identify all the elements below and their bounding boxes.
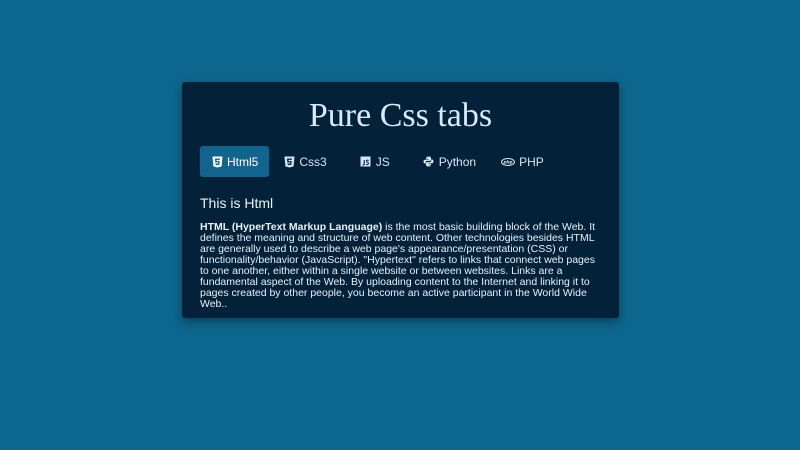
tab-css3[interactable]: Css3 (272, 146, 337, 177)
php-icon: php (501, 156, 516, 168)
html5-icon (211, 156, 223, 168)
tab-js-label: JS (375, 154, 390, 169)
panel-heading: This is Html (200, 195, 274, 211)
tabs-card: Pure Css tabs Html5 Css3 JS Python php P… (182, 82, 619, 318)
tab-bar: Html5 Css3 JS Python php PHP (200, 146, 558, 177)
svg-text:php: php (503, 159, 513, 164)
tab-python[interactable]: Python (412, 146, 487, 177)
tab-html5-label: Html5 (227, 154, 259, 169)
panel-body: is the most basic building block of the … (200, 221, 596, 310)
tab-php-label: PHP (519, 154, 544, 169)
tab-panel-html: This is Html HTML (HyperText Markup Lang… (200, 194, 601, 310)
tab-python-label: Python (438, 154, 477, 169)
python-icon (423, 156, 435, 168)
tab-js[interactable]: JS (349, 146, 401, 177)
css3-icon (283, 156, 295, 168)
page-title: Pure Css tabs (308, 97, 493, 134)
panel-text: HTML (HyperText Markup Language) is the … (200, 222, 601, 310)
js-icon (360, 156, 372, 168)
tab-html5[interactable]: Html5 (200, 146, 270, 177)
tab-php[interactable]: php PHP (490, 146, 555, 177)
tab-css3-label: Css3 (299, 154, 327, 169)
